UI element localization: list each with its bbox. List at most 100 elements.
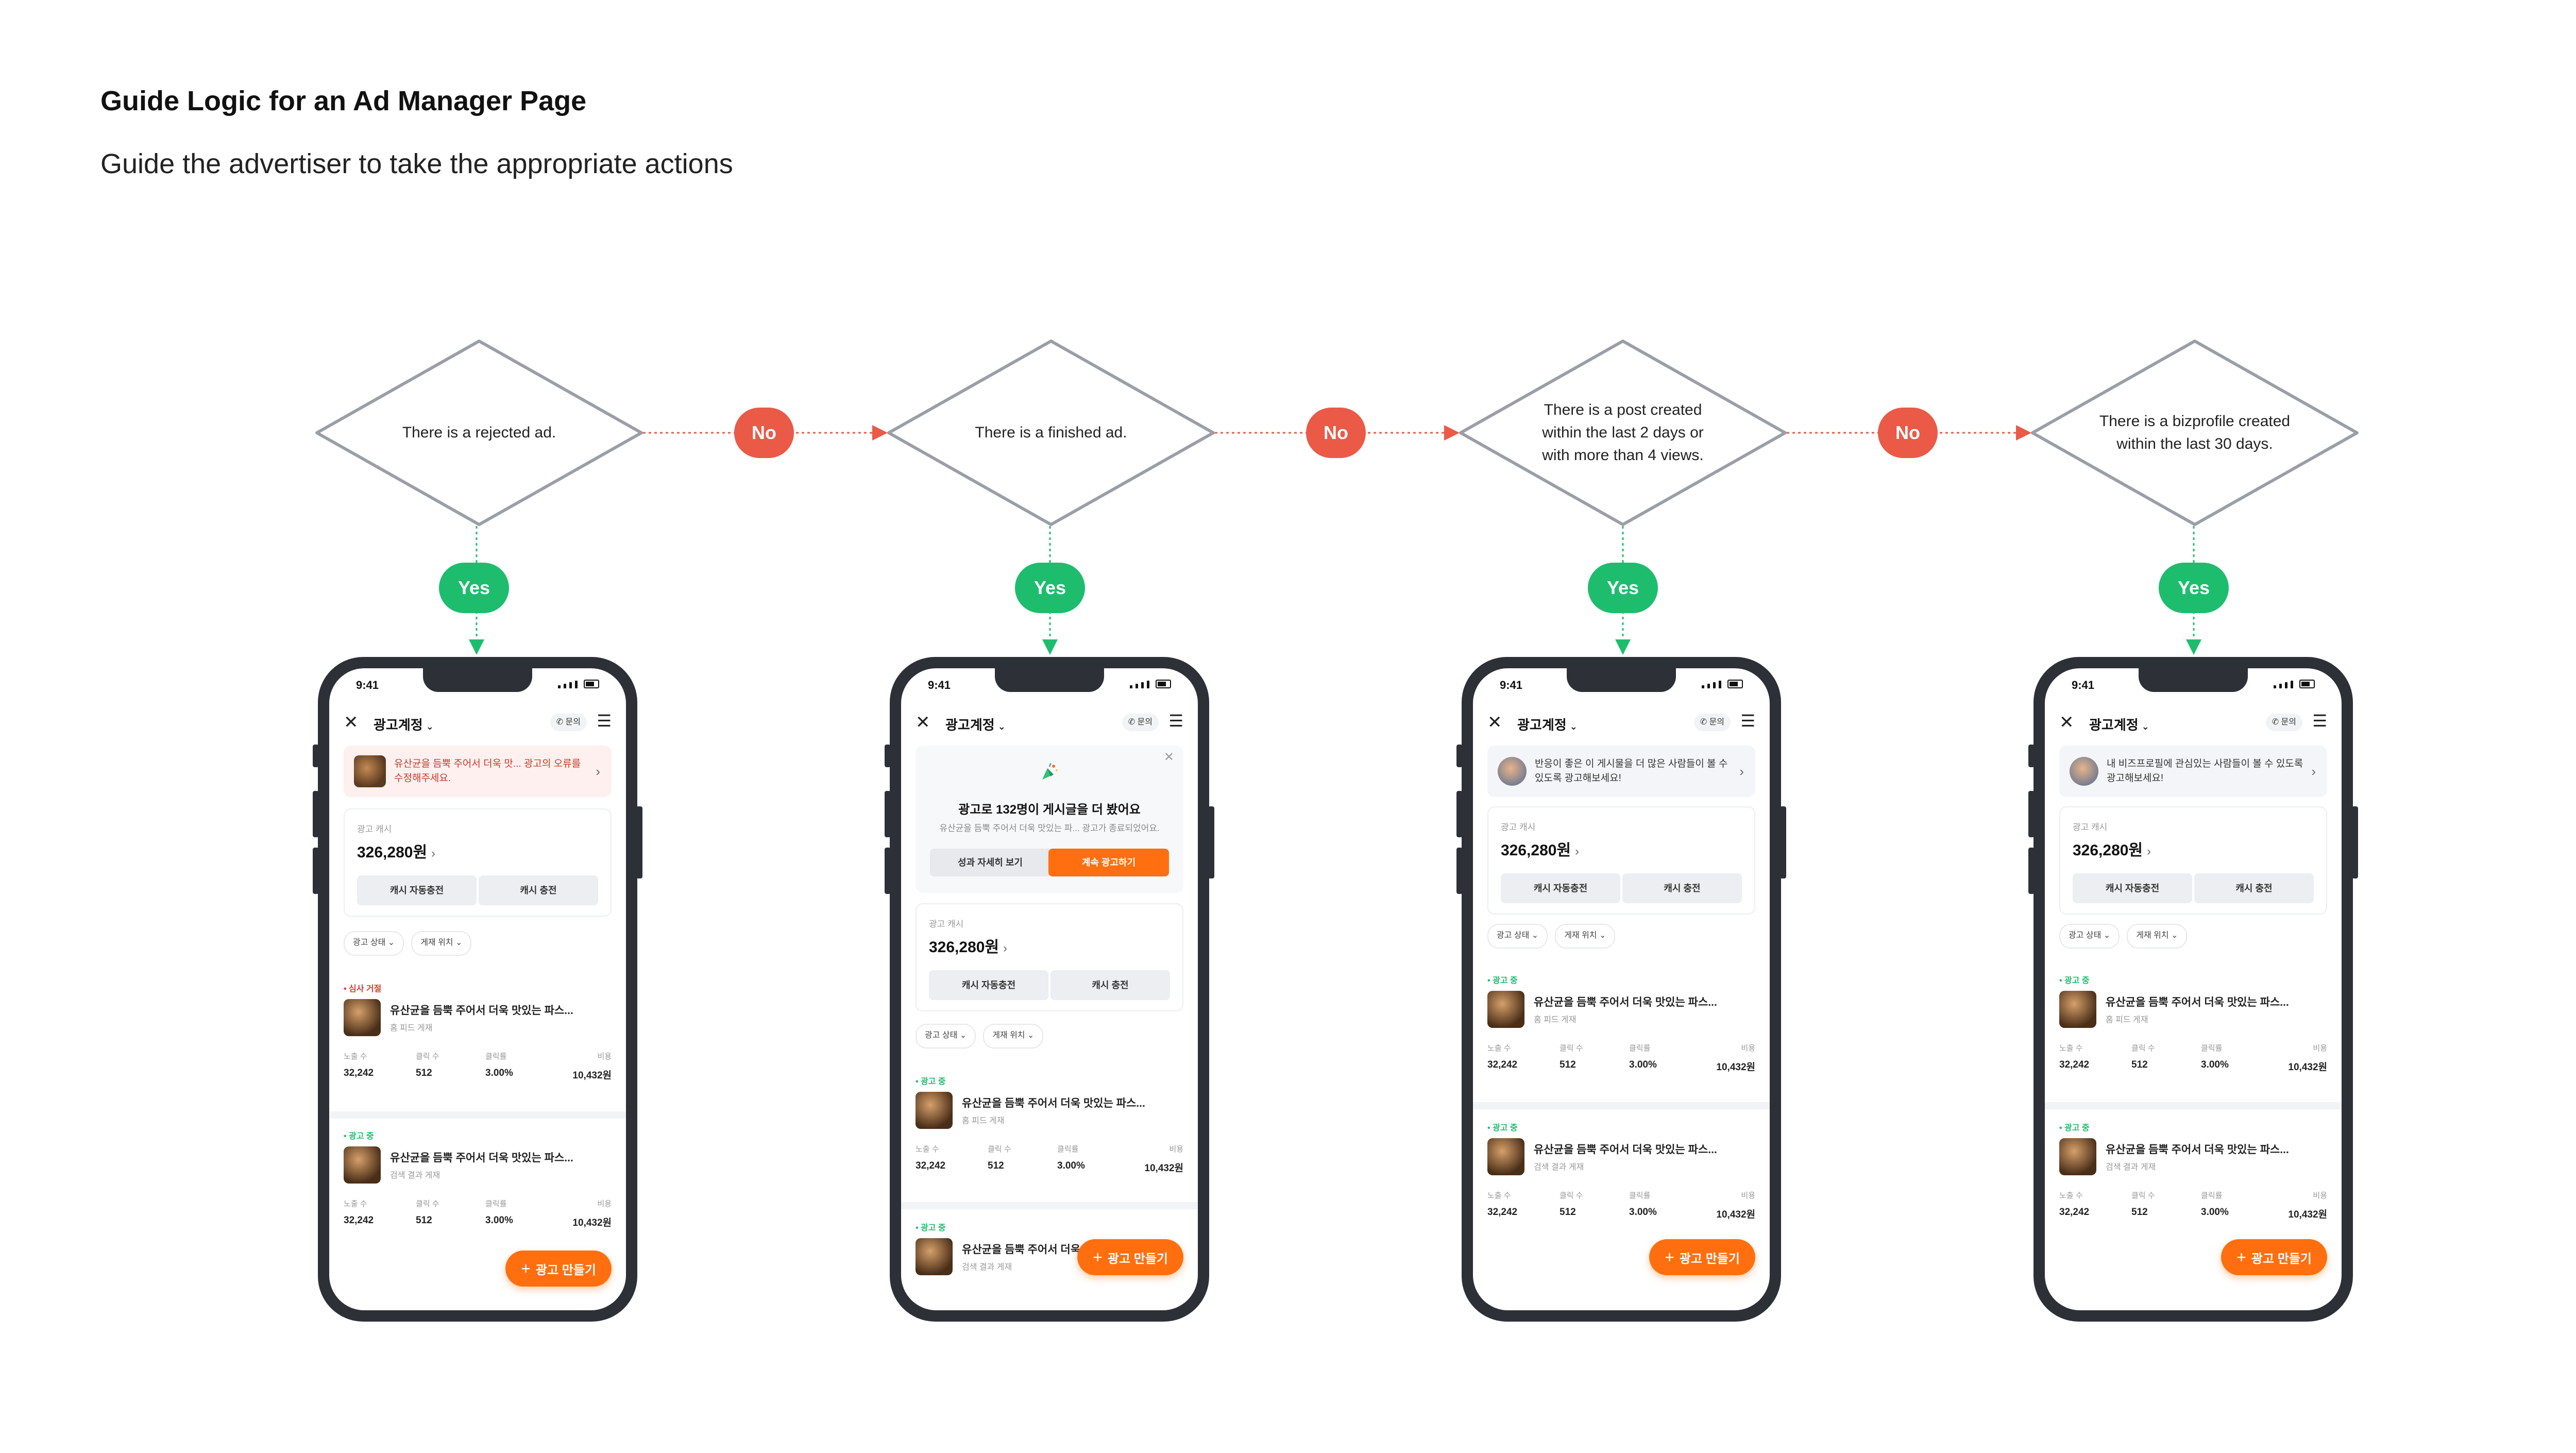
placement-filter[interactable]: 게재 위치 ⌄ (411, 931, 472, 956)
continue-ad-button[interactable]: 계속 광고하기 (1048, 849, 1169, 876)
charge-button[interactable]: 캐시 충전 (1050, 970, 1170, 1000)
phone-screen: 9:41 ✕ 광고계정 ⌄ ✆ 문의 ☰ 유산균을 듬뿍 주어서 더욱 맛... … (329, 668, 626, 1310)
status-filter[interactable]: 광고 상태 ⌄ (2059, 924, 2120, 949)
divider (329, 1111, 626, 1119)
placement-filter[interactable]: 게재 위치 ⌄ (983, 1024, 1044, 1049)
cash-amount[interactable]: 326,280원 › (2073, 837, 2151, 860)
metric-label: 클릭 수 (416, 1199, 439, 1208)
metric-value: 10,432원 (2288, 1209, 2327, 1220)
chevron-down-icon: ⌄ (426, 721, 434, 732)
chevron-right-icon: › (2147, 844, 2151, 858)
status-badge: • 심사 거절 (344, 985, 382, 993)
metric-label: 노출 수 (1487, 1191, 1511, 1200)
create-ad-button[interactable]: + 광고 만들기 (2221, 1239, 2327, 1275)
ad-result-card: ✕ 광고로 132명이 게시글을 더 봤어요 유산균을 듬뿍 주어서 더욱 맛있… (916, 746, 1183, 893)
status-filter[interactable]: 광고 상태 ⌄ (916, 1024, 976, 1049)
inquiry-label: 문의 (1709, 718, 1724, 727)
account-selector[interactable]: 광고계정 ⌄ (374, 715, 434, 734)
ad-card[interactable]: • 광고 중 유산균을 듬뿍 주어서 더욱 맛있는 파스... 홈 피드 게재 … (916, 1074, 1183, 1213)
bizprofile-promotion-banner[interactable]: 내 비즈프로필에 관심있는 사람들이 볼 수 있도록 광고해보세요! › (2059, 746, 2327, 797)
notch (423, 668, 532, 692)
status-filter[interactable]: 광고 상태 ⌄ (1487, 924, 1548, 949)
ad-card[interactable]: • 광고 중 유산균을 듬뿍 주어서 더욱 맛있는 파스... 홈 피드 게재 … (2059, 973, 2327, 1112)
ad-placement: 홈 피드 게재 (390, 1024, 433, 1033)
close-icon[interactable]: ✕ (916, 714, 930, 731)
ad-title: 유산균을 듬뿍 주어서 더욱 맛있는 파스... (390, 1152, 573, 1164)
inquiry-label: 문의 (565, 718, 581, 727)
metric-value: 32,242 (916, 1160, 946, 1171)
inquiry-button[interactable]: ✆ 문의 (550, 714, 587, 731)
food-thumbnail (916, 1092, 953, 1129)
phone-screen: 9:41 ✕ 광고계정 ⌄ ✆ 문의 ☰ 내 비즈프로필에 관심있는 사람들이 볼… (2045, 668, 2342, 1310)
cash-amount[interactable]: 326,280원 › (357, 839, 435, 862)
charge-button[interactable]: 캐시 충전 (2194, 873, 2314, 903)
metric-value: 32,242 (344, 1215, 374, 1226)
metric-value: 32,242 (2059, 1059, 2090, 1070)
status-badge: • 광고 중 (916, 1224, 946, 1232)
chevron-down-icon: ⌄ (1569, 721, 1578, 732)
charge-button[interactable]: 캐시 충전 (479, 875, 598, 905)
menu-icon[interactable]: ☰ (1740, 713, 1755, 729)
close-icon[interactable]: ✕ (344, 714, 359, 731)
post-thumbnail (1498, 757, 1527, 786)
metric-value: 512 (416, 1068, 432, 1078)
food-thumbnail (916, 1238, 953, 1275)
cash-amount[interactable]: 326,280원 › (1501, 837, 1579, 860)
status-badge: • 광고 중 (1487, 976, 1518, 985)
account-selector[interactable]: 광고계정 ⌄ (945, 715, 1006, 734)
filter-bar: 광고 상태 ⌄ 게재 위치 ⌄ (2059, 924, 2188, 949)
no-badge: No (1306, 408, 1366, 458)
auto-charge-button[interactable]: 캐시 자동충전 (929, 970, 1048, 1000)
top-nav: ✕ 광고계정 ⌄ ✆ 문의 ☰ (1473, 708, 1770, 736)
inquiry-button[interactable]: ✆ 문의 (2265, 714, 2302, 731)
food-thumbnail (2059, 1138, 2096, 1175)
view-performance-button[interactable]: 성과 자세히 보기 (930, 849, 1050, 876)
metric-label: 클릭률 (2201, 1191, 2223, 1200)
charge-button[interactable]: 캐시 충전 (1622, 873, 1742, 903)
menu-icon[interactable]: ☰ (2312, 713, 2327, 729)
chevron-right-icon: › (596, 763, 600, 779)
create-ad-button[interactable]: + 광고 만들기 (1077, 1239, 1183, 1275)
cash-label: 광고 캐시 (2073, 822, 2108, 832)
top-nav: ✕ 광고계정 ⌄ ✆ 문의 ☰ (2045, 708, 2342, 736)
metric-value: 10,432원 (2288, 1062, 2327, 1073)
metric-value: 10,432원 (1716, 1062, 1755, 1073)
ad-card[interactable]: • 광고 중 유산균을 듬뿍 주어서 더욱 맛있는 파스... 홈 피드 게재 … (1487, 973, 1755, 1112)
ad-title: 유산균을 듬뿍 주어서 더욱 맛있는 파스... (2106, 996, 2289, 1008)
yes-badge: Yes (2159, 563, 2229, 613)
no-badge: No (1878, 408, 1938, 458)
filter-label: 광고 상태 (353, 938, 386, 947)
create-ad-button[interactable]: + 광고 만들기 (1649, 1239, 1755, 1275)
cash-amount[interactable]: 326,280원 › (929, 934, 1007, 957)
menu-icon[interactable]: ☰ (597, 713, 612, 729)
close-icon[interactable]: ✕ (2059, 714, 2074, 731)
metric-value: 3.00% (2201, 1059, 2229, 1070)
plus-icon: + (1665, 1248, 1674, 1266)
close-icon[interactable]: ✕ (1487, 714, 1502, 731)
rejected-ad-banner[interactable]: 유산균을 듬뿍 주어서 더욱 맛... 광고의 오류를 수정해주세요. › (344, 746, 612, 797)
phone-mockup-rejected: 9:41 ✕ 광고계정 ⌄ ✆ 문의 ☰ 유산균을 듬뿍 주어서 더욱 맛... … (313, 657, 642, 1322)
account-selector[interactable]: 광고계정 ⌄ (2089, 715, 2149, 734)
inquiry-button[interactable]: ✆ 문의 (1122, 714, 1159, 731)
auto-charge-button[interactable]: 캐시 자동충전 (357, 875, 477, 905)
cash-amount-value: 326,280원 (929, 939, 999, 956)
filter-label: 광고 상태 (925, 1031, 958, 1040)
placement-filter[interactable]: 게재 위치 ⌄ (2127, 924, 2188, 949)
account-selector[interactable]: 광고계정 ⌄ (1517, 715, 1578, 734)
close-icon[interactable]: ✕ (1164, 750, 1174, 765)
create-ad-button[interactable]: + 광고 만들기 (505, 1251, 612, 1287)
menu-icon[interactable]: ☰ (1168, 713, 1183, 729)
ad-card[interactable]: • 심사 거절 유산균을 듬뿍 주어서 더욱 맛있는 파스... 홈 피드 게재… (344, 982, 612, 1121)
ad-card[interactable]: • 광고 중 유산균을 듬뿍 주어서 더욱 맛있는 파스... 검색 결과 게재… (344, 1129, 612, 1268)
auto-charge-button[interactable]: 캐시 자동충전 (1501, 873, 1620, 903)
metric-label: 클릭률 (485, 1199, 507, 1208)
post-promotion-banner[interactable]: 반응이 좋은 이 게시물을 더 많은 사람들이 볼 수 있도록 광고해보세요! … (1487, 746, 1755, 797)
inquiry-button[interactable]: ✆ 문의 (1693, 714, 1731, 731)
metric-label: 노출 수 (344, 1199, 367, 1208)
food-thumbnail (2059, 991, 2096, 1028)
status-filter[interactable]: 광고 상태 ⌄ (344, 931, 404, 956)
metric-value: 512 (1560, 1207, 1576, 1218)
metric-label: 클릭률 (1629, 1191, 1651, 1200)
placement-filter[interactable]: 게재 위치 ⌄ (1555, 924, 1616, 949)
auto-charge-button[interactable]: 캐시 자동충전 (2073, 873, 2192, 903)
